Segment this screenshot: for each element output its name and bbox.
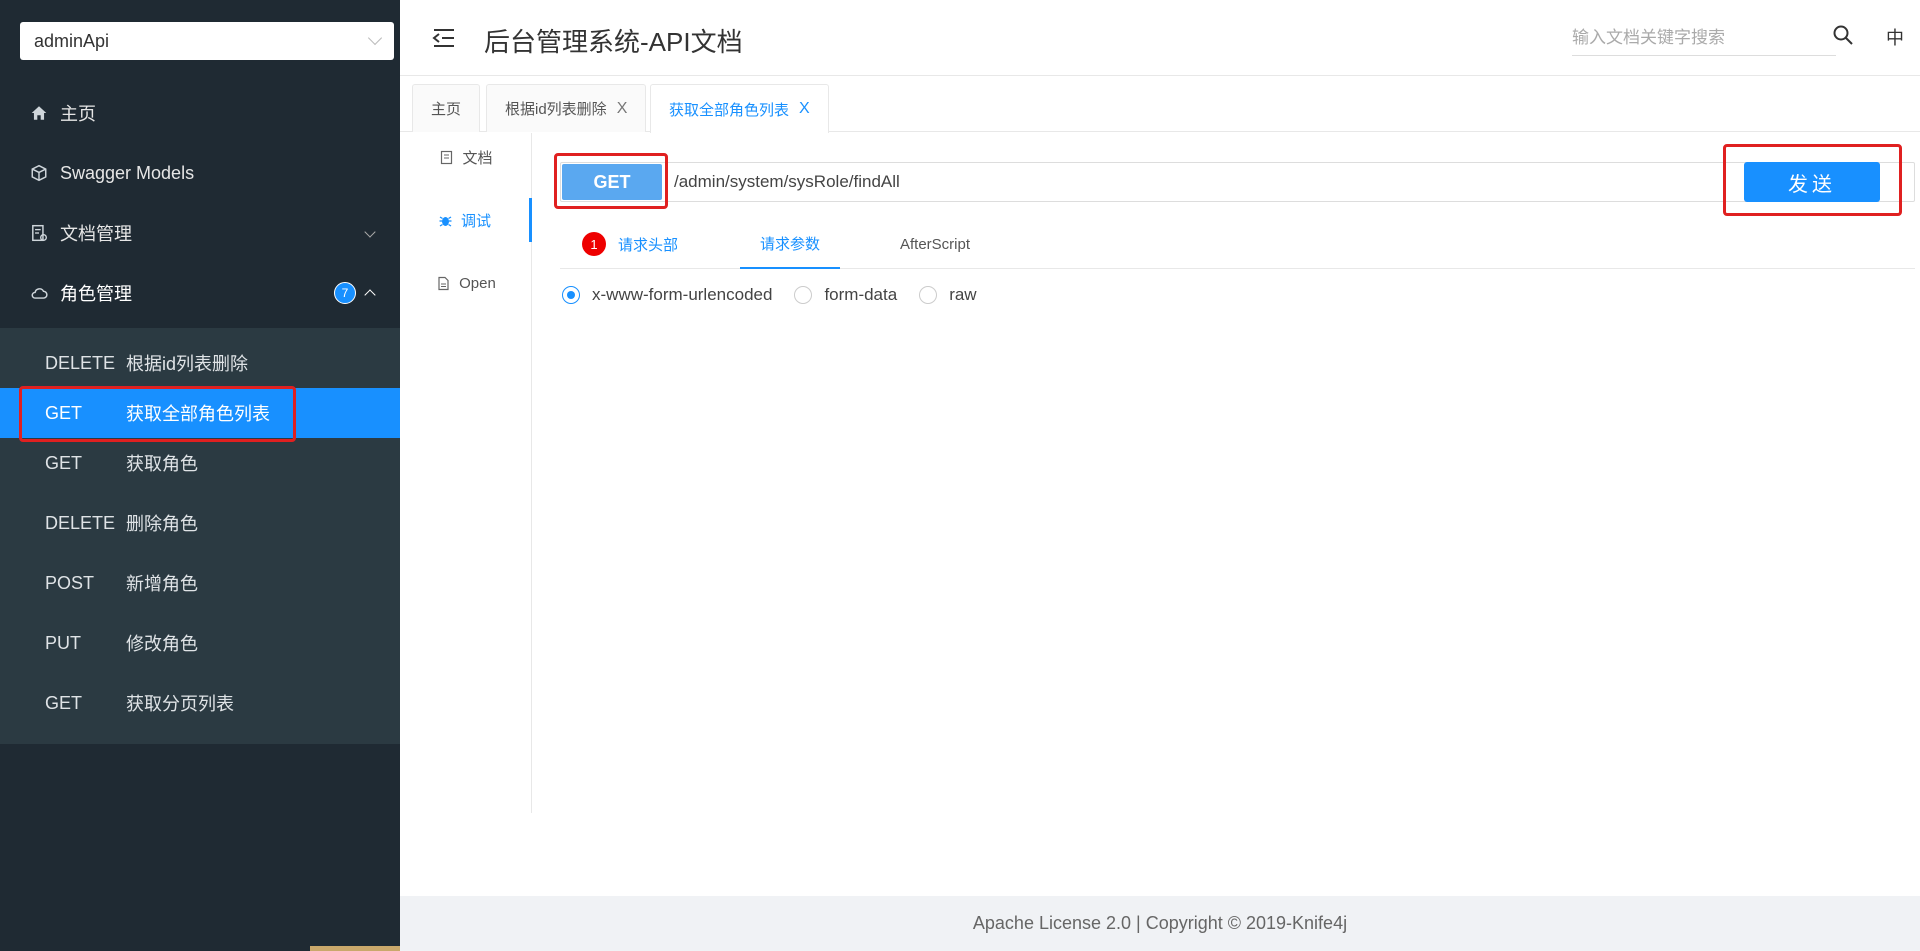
api-name: 根据id列表删除 <box>126 354 249 374</box>
highlight-box <box>19 386 296 442</box>
api-method: POST <box>45 572 95 593</box>
subtab-label: AfterScript <box>900 235 971 253</box>
tab-bar: 主页 根据id列表删除 X 获取全部角色列表 X <box>400 76 1920 133</box>
bug-icon <box>438 213 453 228</box>
api-name: 获取角色 <box>126 454 198 474</box>
tab-find-all-roles[interactable]: 获取全部角色列表 X <box>650 84 829 133</box>
highlight-box <box>1723 144 1902 216</box>
api-method: GET <box>45 452 83 473</box>
chevron-down-icon <box>367 30 383 46</box>
radio-circle <box>919 286 938 304</box>
sidebar-item-label: Swagger Models <box>60 162 195 183</box>
sidebar-item-doc-manage[interactable]: 文档管理 <box>0 203 400 263</box>
api-name: 修改角色 <box>126 634 198 654</box>
vtab-debug[interactable]: 调试 <box>400 198 532 242</box>
vtab-open[interactable]: Open <box>400 261 532 305</box>
body-type-group: x-www-form-urlencoded form-data raw <box>562 284 999 306</box>
api-item[interactable]: GET 获取角色 <box>0 438 400 488</box>
count-badge: 1 <box>582 232 606 256</box>
sidebar: adminApi 主页 Swagger Models 文档管理 角色管理 7 D… <box>0 0 400 951</box>
api-group-select[interactable]: adminApi <box>20 22 394 60</box>
api-name: 删除角色 <box>126 514 198 534</box>
radio-circle <box>562 286 580 304</box>
api-method: GET <box>45 692 83 713</box>
api-group-value: adminApi <box>34 30 110 51</box>
tab-home[interactable]: 主页 <box>412 84 481 132</box>
subtab-label: 请求头部 <box>618 236 679 254</box>
sidebar-item-label: 文档管理 <box>60 224 132 244</box>
subtab-params[interactable]: 请求参数 <box>740 219 841 269</box>
footer: Apache License 2.0 | Copyright © 2019-Kn… <box>400 896 1920 951</box>
search-input[interactable] <box>1572 20 1836 56</box>
doc-vertical-tabs: 文档 调试 Open <box>400 133 532 813</box>
subtab-headers[interactable]: 1 请求头部 <box>582 219 678 269</box>
footer-text: Apache License 2.0 | Copyright © 2019-Kn… <box>972 913 1348 933</box>
page-title: 后台管理系统-API文档 <box>484 27 743 57</box>
api-item[interactable]: PUT 修改角色 <box>0 618 400 668</box>
radio-label: x-www-form-urlencoded <box>592 285 773 304</box>
vtab-document[interactable]: 文档 <box>400 135 532 179</box>
radio-urlencoded[interactable]: x-www-form-urlencoded <box>562 285 772 305</box>
radio-label: form-data <box>824 285 898 304</box>
api-item[interactable]: POST 新增角色 <box>0 558 400 608</box>
radio-label: raw <box>949 285 977 304</box>
tab-label: 获取全部角色列表 <box>669 101 790 119</box>
top-header: 后台管理系统-API文档 中 <box>400 0 1920 76</box>
tab-delete-by-ids[interactable]: 根据id列表删除 X <box>486 84 647 132</box>
sidebar-item-home[interactable]: 主页 <box>0 83 400 143</box>
vtab-label: Open <box>459 274 496 292</box>
highlight-box <box>554 153 668 209</box>
api-item[interactable]: GET 获取分页列表 <box>0 678 400 728</box>
document-icon <box>439 150 454 165</box>
doc-manage-icon <box>30 224 48 242</box>
home-icon <box>30 104 48 122</box>
language-toggle[interactable]: 中 <box>1886 24 1904 50</box>
vtab-label: 文档 <box>462 149 493 167</box>
radio-circle <box>794 286 813 304</box>
chevron-down-icon <box>364 226 376 238</box>
file-icon <box>436 276 451 291</box>
radio-raw[interactable]: raw <box>919 285 977 305</box>
api-method: DELETE <box>45 512 116 533</box>
search-icon[interactable] <box>1832 24 1854 46</box>
chevron-up-icon <box>364 289 376 301</box>
tab-label: 根据id列表删除 <box>505 101 607 118</box>
vtab-label: 调试 <box>460 212 491 230</box>
request-subtabs: 1 请求头部 请求参数 AfterScript <box>560 219 1915 269</box>
sidebar-item-role-manage[interactable]: 角色管理 7 <box>0 263 400 323</box>
sidebar-item-label: 角色管理 <box>60 284 132 304</box>
cloud-icon <box>30 284 48 302</box>
count-badge: 7 <box>334 282 356 304</box>
url-input[interactable] <box>674 166 1714 198</box>
subtab-afterscript[interactable]: AfterScript <box>900 219 970 269</box>
api-item[interactable]: DELETE 删除角色 <box>0 498 400 548</box>
tab-label: 主页 <box>431 101 462 118</box>
api-method: DELETE <box>45 352 116 373</box>
api-method: PUT <box>45 632 81 653</box>
close-icon[interactable]: X <box>617 100 628 118</box>
api-item[interactable]: DELETE 根据id列表删除 <box>0 338 400 388</box>
cube-icon <box>30 164 48 182</box>
close-icon[interactable]: X <box>799 100 810 118</box>
bottom-strip <box>310 946 400 951</box>
sidebar-item-swagger-models[interactable]: Swagger Models <box>0 143 400 203</box>
api-name: 获取分页列表 <box>126 694 234 714</box>
api-name: 新增角色 <box>126 574 198 594</box>
radio-form-data[interactable]: form-data <box>794 285 897 305</box>
subtab-label: 请求参数 <box>760 235 821 253</box>
menu-fold-icon[interactable] <box>432 28 456 48</box>
sidebar-item-label: 主页 <box>60 104 96 124</box>
